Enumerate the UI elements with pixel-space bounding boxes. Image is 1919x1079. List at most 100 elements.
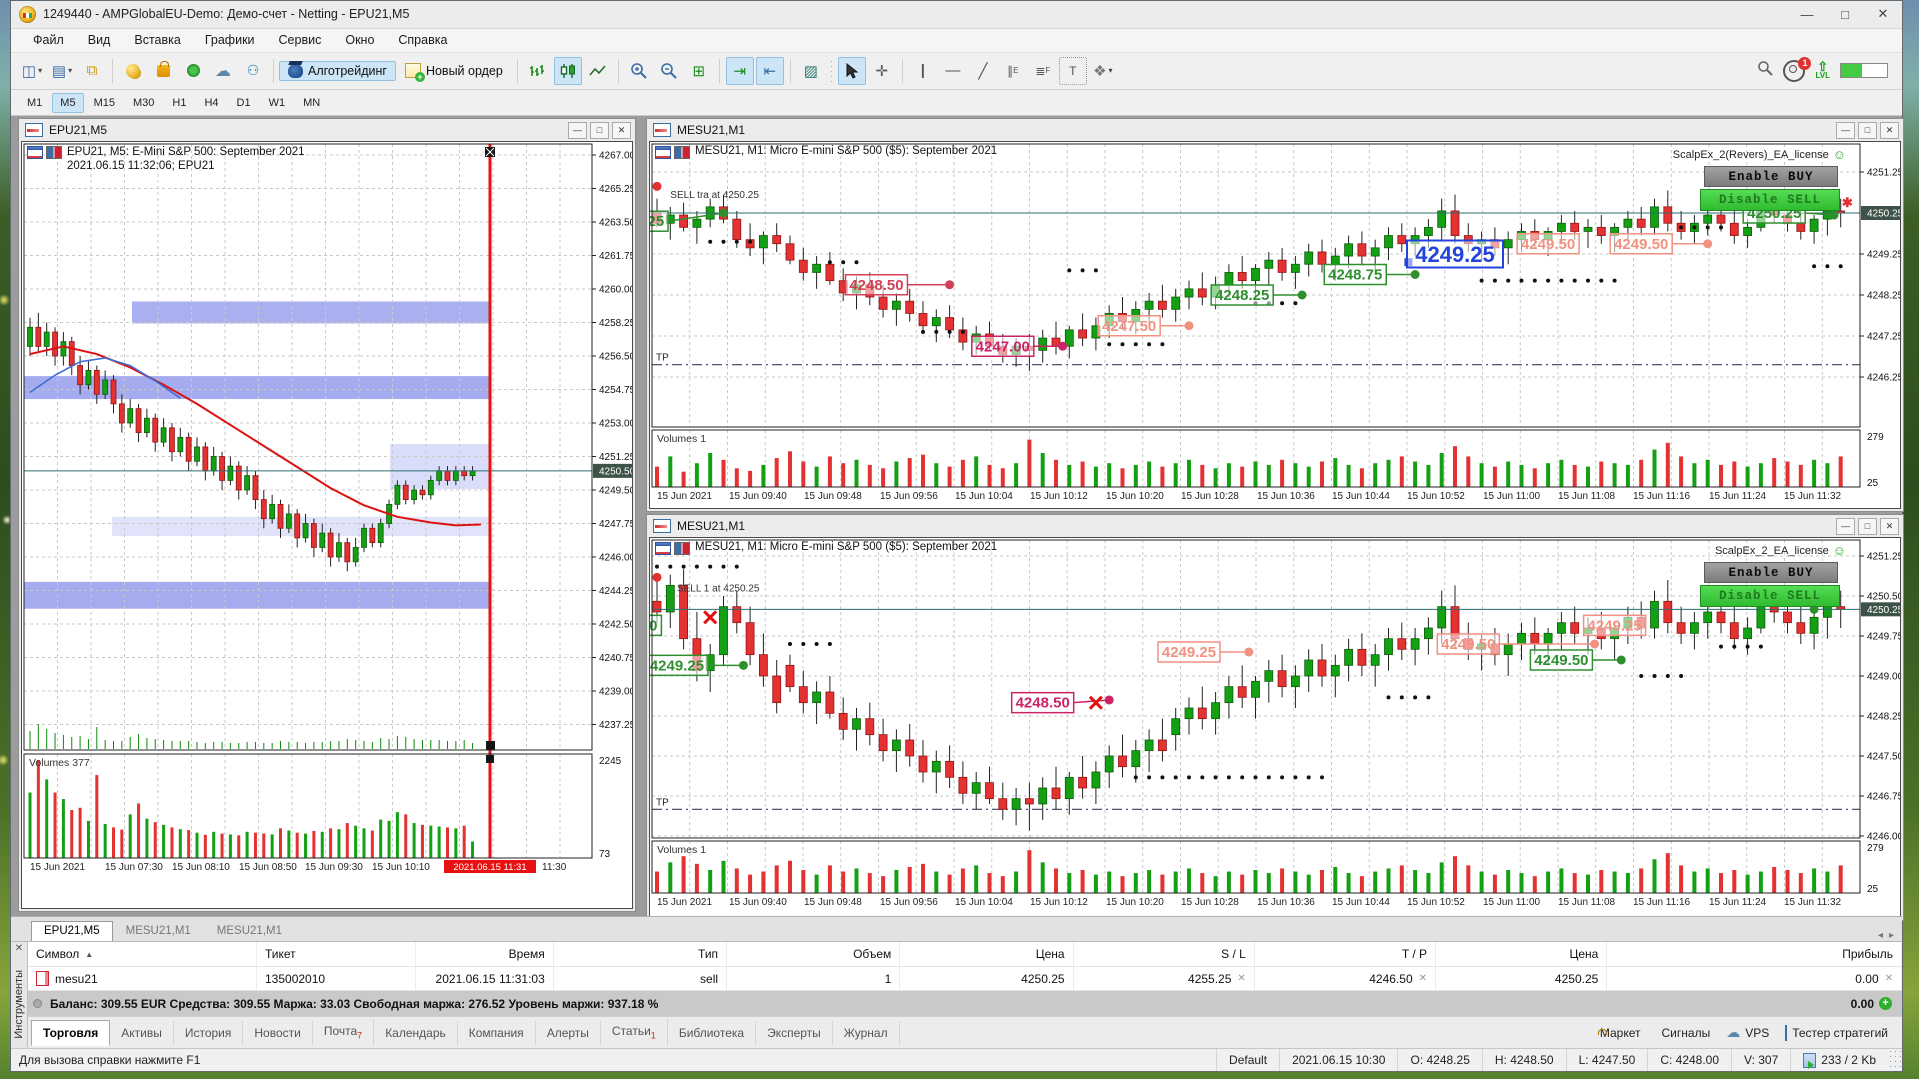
search-icon[interactable] — [1757, 60, 1774, 81]
service-button-Сигналы[interactable]: Сигналы — [1657, 1026, 1711, 1040]
depth-of-market-icon[interactable] — [655, 146, 671, 160]
timeframe-button-H4[interactable]: H4 — [196, 93, 226, 113]
toolbox-tab-Торговля[interactable]: Торговля — [31, 1019, 111, 1046]
timeframe-button-M30[interactable]: M30 — [125, 93, 162, 113]
chart-maximize-button[interactable]: □ — [590, 121, 609, 139]
timeframe-button-M5[interactable]: M5 — [52, 92, 84, 113]
chart-window-titlebar[interactable]: MESU21,M1 — □ ✕ — [647, 515, 1903, 537]
fibonacci-tool[interactable]: ≣ F — [1029, 57, 1057, 85]
menu-item-Файл[interactable]: Файл — [21, 31, 76, 49]
chart-window-titlebar[interactable]: MESU21,M1 — □ ✕ — [647, 119, 1903, 141]
one-click-trading-icon[interactable] — [674, 542, 690, 556]
column-header-1[interactable]: Тикет — [257, 942, 417, 967]
menu-item-Вставка[interactable]: Вставка — [122, 31, 192, 49]
timeframe-button-MN[interactable]: MN — [295, 93, 328, 113]
chart-close-button[interactable]: ✕ — [1880, 517, 1899, 535]
menu-item-Вид[interactable]: Вид — [76, 31, 123, 49]
timeframe-button-H1[interactable]: H1 — [164, 93, 194, 113]
bar-chart-mode-button[interactable] — [524, 57, 552, 85]
signals-icon[interactable] — [179, 57, 207, 85]
news-icon[interactable]: ⚇ — [239, 57, 267, 85]
resize-grip[interactable] — [1888, 1049, 1902, 1071]
deposit-icon[interactable] — [119, 57, 147, 85]
vps-icon[interactable]: ☁ — [209, 57, 237, 85]
enable-buy-button[interactable]: Enable BUY — [1704, 562, 1838, 584]
chart-maximize-button[interactable]: □ — [1858, 517, 1877, 535]
menu-item-Окно[interactable]: Окно — [333, 31, 386, 49]
chart-tab-2[interactable]: MESU21,M1 — [204, 921, 295, 941]
account-icon[interactable]: 1 — [1783, 56, 1812, 82]
chart-window-epu21-m5[interactable]: EPU21,M5 — □ ✕ 4267.00 4265.25 4263.50 4261… — [18, 118, 636, 913]
deposit-plus-icon[interactable]: + — [1879, 997, 1892, 1011]
cursor-tool-button[interactable] — [837, 56, 866, 85]
tab-scroll-right-icon[interactable]: ▸ — [1889, 930, 1894, 941]
service-button-VPS[interactable]: ☁ VPS — [1726, 1024, 1769, 1041]
toolbox-tab-Эксперты[interactable]: Эксперты — [756, 1020, 833, 1045]
profiles-button[interactable]: ▤ ▾ — [48, 57, 76, 85]
tab-scroll-left-icon[interactable]: ◂ — [1878, 930, 1883, 941]
new-chart-button[interactable]: ◫ ▾ — [18, 57, 46, 85]
zoom-in-icon[interactable] — [625, 57, 653, 85]
vertical-line-tool[interactable]: | — [909, 57, 937, 85]
depth-of-market-icon[interactable] — [27, 146, 43, 160]
toolbox-tab-Почта[interactable]: Почта7 — [313, 1019, 375, 1046]
chart-window-mesu21-m1-top[interactable]: MESU21,M1 — □ ✕ TP 4250.25 4248.50 4247.00 4… — [646, 118, 1904, 513]
horizontal-line-tool[interactable]: — — [939, 57, 967, 85]
timeframe-button-M15[interactable]: M15 — [86, 93, 123, 113]
chart-shift-icon[interactable]: ⇤ — [755, 56, 784, 85]
column-header-5[interactable]: Цена — [900, 942, 1074, 967]
chart-snapshot-icon[interactable]: ▨ — [797, 57, 825, 85]
chart-close-button[interactable]: ✕ — [1880, 121, 1899, 139]
toolbox-tab-История[interactable]: История — [174, 1020, 244, 1045]
depth-of-market-icon[interactable] — [655, 542, 671, 556]
maximize-button[interactable]: □ — [1826, 1, 1864, 27]
connection-level-icon[interactable]: ⇧ LVL — [1815, 60, 1830, 80]
column-header-3[interactable]: Тип — [554, 942, 728, 967]
position-row[interactable]: mesu21 135002010 2021.06.15 11:31:03 sell 1 4… — [28, 967, 1903, 992]
tile-windows-icon[interactable]: ⊞ — [685, 57, 713, 85]
shapes-tool[interactable]: ❖ ▾ — [1089, 57, 1117, 85]
candlestick-mode-button[interactable] — [553, 56, 582, 85]
column-header-9[interactable]: Прибыль — [1607, 942, 1903, 967]
service-button-Тестер стратегий[interactable]: Тестер стратегий — [1785, 1024, 1888, 1041]
disable-sell-button[interactable]: Disable SELL — [1700, 189, 1840, 212]
menu-item-Справка[interactable]: Справка — [386, 31, 459, 49]
toolbox-tab-Библиотека[interactable]: Библиотека — [668, 1020, 757, 1045]
chart-maximize-button[interactable]: □ — [1858, 121, 1877, 139]
zoom-out-icon[interactable] — [655, 57, 683, 85]
toolbox-sidebar[interactable]: ✕ Инструменты — [11, 942, 28, 1049]
column-header-4[interactable]: Объем — [727, 942, 901, 967]
algo-trading-button[interactable]: Алготрейдинг — [279, 60, 396, 81]
column-header-6[interactable]: S / L — [1074, 942, 1255, 967]
clear-value-icon[interactable]: ✕ — [1237, 973, 1245, 984]
toolbox-tab-Активы[interactable]: Активы — [110, 1020, 174, 1045]
market-icon[interactable] — [149, 57, 177, 85]
chart-tab-1[interactable]: MESU21,M1 — [113, 921, 204, 941]
clear-value-icon[interactable]: ✕ — [1419, 973, 1427, 984]
chart-minimize-button[interactable]: — — [1836, 121, 1855, 139]
toolbox-tab-Статьи[interactable]: Статьи1 — [601, 1019, 668, 1046]
chart-tab-scroll[interactable]: ◂ ▸ — [1878, 930, 1902, 941]
service-button-Маркет[interactable]: Маркет — [1595, 1026, 1641, 1040]
disable-sell-button[interactable]: Disable SELL — [1700, 585, 1840, 608]
one-click-trading-icon[interactable] — [46, 146, 62, 160]
trendline-tool[interactable]: ╱ — [969, 57, 997, 85]
chart-window-mesu21-m1-bottom[interactable]: MESU21,M1 — □ ✕ TP✱4250.004249.254248.50… — [646, 514, 1904, 922]
chart-minimize-button[interactable]: — — [1836, 517, 1855, 535]
auto-scroll-icon[interactable]: ⇥ — [725, 56, 754, 85]
column-header-8[interactable]: Цена — [1436, 942, 1608, 967]
close-button[interactable]: ✕ — [1864, 1, 1902, 27]
clear-value-icon[interactable]: ✕ — [1885, 973, 1893, 984]
timeframe-button-W1[interactable]: W1 — [261, 93, 294, 113]
menu-item-Графики[interactable]: Графики — [193, 31, 267, 49]
layouts-button[interactable]: ⧉ — [78, 57, 106, 85]
epu-chart-canvas[interactable]: 4267.00 4265.25 4263.50 4261.75 4260.00 4258.… — [22, 142, 633, 908]
timeframe-button-D1[interactable]: D1 — [229, 93, 259, 113]
crosshair-tool-button[interactable]: ✛ — [868, 57, 896, 85]
chart-minimize-button[interactable]: — — [568, 121, 587, 139]
minimize-button[interactable]: — — [1788, 1, 1826, 27]
channel-tool[interactable]: ∥ E — [999, 57, 1027, 85]
menu-item-Сервис[interactable]: Сервис — [267, 31, 334, 49]
column-header-2[interactable]: Время — [416, 942, 554, 967]
enable-buy-button[interactable]: Enable BUY — [1704, 166, 1838, 188]
